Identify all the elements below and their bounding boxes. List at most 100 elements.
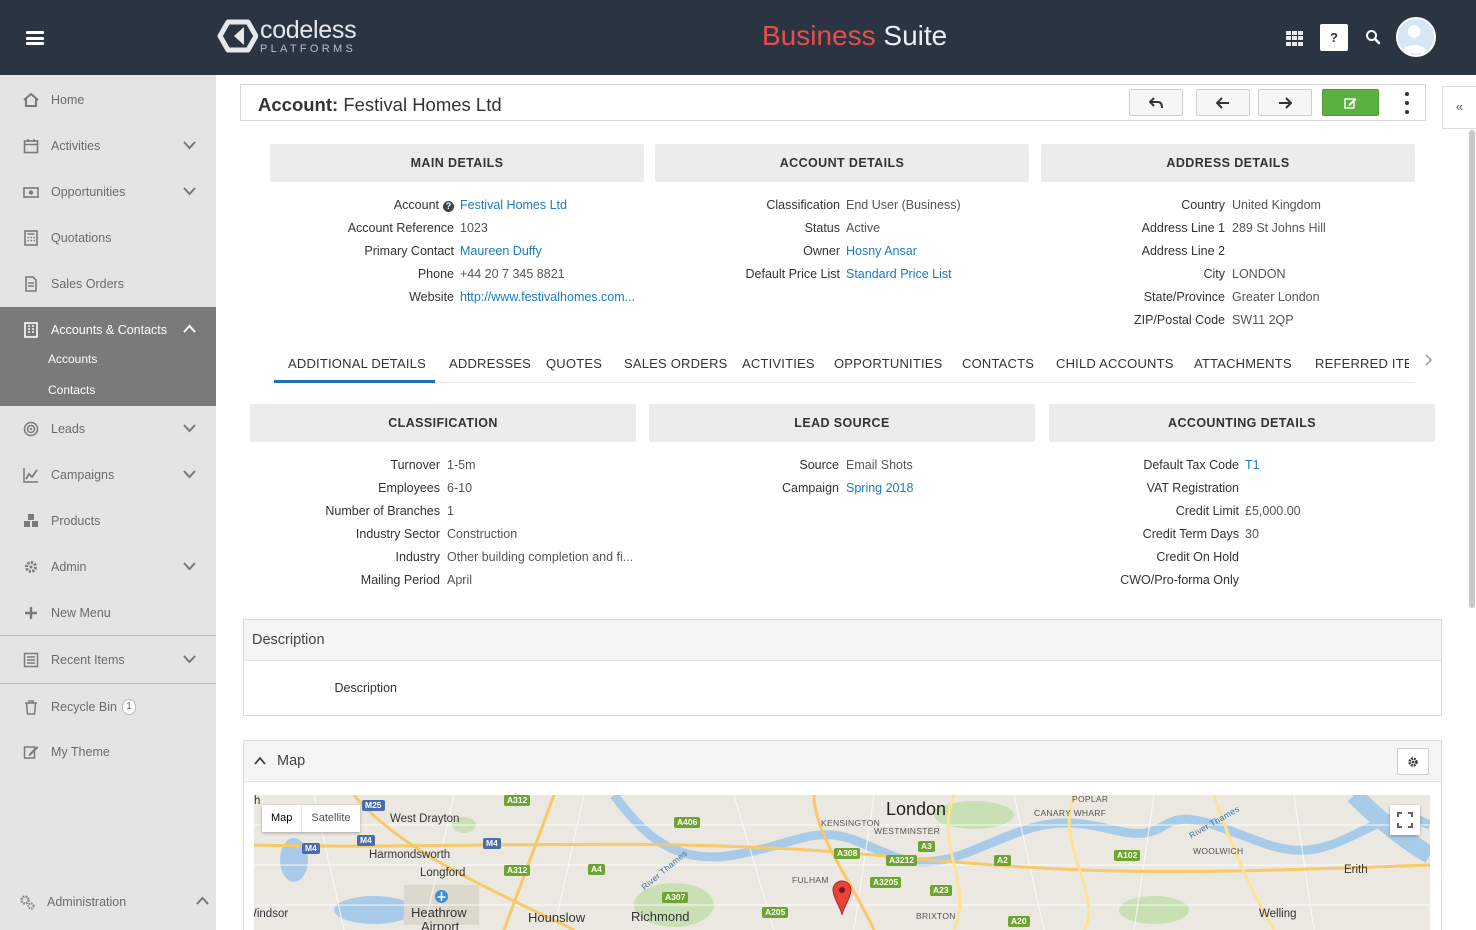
sidebar-item-recycle-bin[interactable]: Recycle Bin 1 — [0, 684, 216, 730]
undo-button[interactable] — [1129, 89, 1183, 116]
tab-contacts[interactable]: CONTACTS — [962, 356, 1034, 371]
app-title-business: Business — [762, 20, 876, 51]
sidebar-administration[interactable]: Administration — [0, 879, 216, 925]
more-options-button[interactable] — [1403, 92, 1411, 114]
sidebar-item-recent-items[interactable]: Recent Items — [0, 637, 216, 683]
map-label-windsor: Windsor — [254, 908, 289, 920]
tab-referred-items[interactable]: REFERRED ITEMS — [1315, 356, 1409, 371]
description-field: Description — [244, 681, 644, 699]
chevron-up-icon[interactable] — [254, 756, 266, 765]
sidebar-item-activities[interactable]: Activities — [0, 123, 216, 169]
gear-icon — [1408, 756, 1418, 767]
previous-record-button[interactable] — [1196, 89, 1250, 116]
map-type-map-button[interactable]: Map — [262, 805, 301, 832]
tab-quotes[interactable]: QUOTES — [546, 356, 602, 371]
field-label: City — [1203, 267, 1225, 281]
tab-sales-orders[interactable]: SALES ORDERS — [624, 356, 728, 371]
fullscreen-icon — [1397, 812, 1413, 828]
road-shield-a23: A23 — [930, 885, 952, 896]
tab-child-accounts[interactable]: CHILD ACCOUNTS — [1056, 356, 1174, 371]
location-map[interactable]: Map Satellite h London West Drayton Harm… — [254, 795, 1430, 930]
tab-additional-details[interactable]: ADDITIONAL DETAILS — [288, 356, 426, 371]
map-marker-icon[interactable] — [832, 880, 852, 916]
next-record-button[interactable] — [1258, 89, 1312, 116]
road-shield-a307: A307 — [662, 892, 689, 903]
chevron-up-icon[interactable] — [196, 896, 209, 906]
road-shield-a3212: A3212 — [886, 855, 918, 866]
map-type-satellite-button[interactable]: Satellite — [301, 805, 359, 832]
active-tab-underline — [274, 380, 435, 383]
sidebar-item-label: Recycle Bin — [51, 700, 117, 714]
accounting-details-header: ACCOUNTING DETAILS — [1049, 404, 1435, 442]
map-settings-button[interactable] — [1397, 748, 1429, 775]
tab-addresses[interactable]: ADDRESSES — [449, 356, 531, 371]
sidebar-item-leads[interactable]: Leads — [0, 406, 216, 452]
map-label-richmond: Richmond — [631, 909, 690, 924]
field-label: Default Tax Code — [1143, 458, 1239, 472]
map-label-woolwich: WOOLWICH — [1193, 846, 1244, 856]
sidebar-item-home[interactable]: Home — [0, 77, 216, 123]
field-value: £5,000.00 — [1245, 504, 1301, 518]
sidebar-item-label: My Theme — [51, 745, 110, 759]
sidebar-item-my-theme[interactable]: My Theme — [0, 729, 216, 775]
chevron-down-icon[interactable] — [183, 186, 196, 196]
user-avatar-icon — [1401, 25, 1427, 54]
calendar-icon — [23, 139, 39, 154]
field-row-state-province: State/Province Greater London — [0, 290, 1476, 308]
sidebar-item-label: Activities — [51, 139, 101, 153]
road-shield-a312: A312 — [504, 795, 531, 806]
map-label-hounslow: Hounslow — [528, 910, 586, 925]
collapse-panel-button[interactable]: « — [1442, 86, 1476, 129]
field-row-vat-registration: VAT Registration — [0, 481, 1476, 499]
plus-icon — [25, 607, 37, 619]
road-shield-m4: M4 — [483, 838, 501, 849]
sidebar-footer-label: Administration — [47, 895, 127, 909]
map-label-harmondsworth: Harmondsworth — [369, 849, 451, 861]
chevron-down-icon[interactable] — [183, 423, 196, 433]
description-panel-title: Description — [252, 632, 325, 648]
chevron-down-icon[interactable] — [183, 654, 196, 664]
sidebar-subitem-contacts[interactable]: Contacts — [0, 375, 216, 406]
field-value[interactable]: T1 — [1245, 458, 1260, 472]
field-row-address-line-1: Address Line 1 289 St Johns Hill — [0, 221, 1476, 239]
list-icon — [23, 652, 39, 668]
description-panel-header: Description — [244, 620, 1441, 661]
record-type-label: Account: — [258, 94, 339, 115]
sidebar-item-new-menu[interactable]: New Menu — [0, 590, 216, 636]
trash-icon — [25, 700, 37, 715]
tabs-scroll-right-icon[interactable] — [1424, 353, 1434, 367]
help-button[interactable]: ? — [1320, 24, 1348, 51]
search-icon[interactable] — [1365, 29, 1381, 45]
field-value: 30 — [1245, 527, 1259, 541]
field-label: Address Line 1 — [1141, 221, 1225, 235]
map-type-control: Map Satellite — [262, 805, 360, 832]
codeless-logo[interactable]: codeless PLATFORMS — [214, 16, 357, 56]
road-shield-a102: A102 — [1114, 850, 1141, 861]
field-label: ZIP/Postal Code — [1133, 313, 1225, 327]
sidebar-subitem-accounts[interactable]: Accounts — [0, 344, 216, 375]
hamburger-menu-icon[interactable] — [26, 31, 44, 45]
edit-record-button[interactable] — [1322, 89, 1379, 116]
chevron-down-icon[interactable] — [183, 140, 196, 150]
field-row-credit-term-days: Credit Term Days 30 — [0, 527, 1476, 545]
field-row-credit-limit: Credit Limit £5,000.00 — [0, 504, 1476, 522]
tab-opportunities[interactable]: OPPORTUNITIES — [834, 356, 943, 371]
map-label-canary-wharf: CANARY WHARF — [1034, 808, 1107, 818]
user-avatar[interactable] — [1396, 17, 1436, 57]
map-label-brixton: BRIXTON — [916, 911, 956, 921]
field-label: VAT Registration — [1146, 481, 1239, 495]
map-label-fulham: FULHAM — [792, 875, 829, 885]
apps-grid-icon[interactable] — [1286, 31, 1303, 46]
account-details-header: ACCOUNT DETAILS — [655, 144, 1029, 182]
tab-activities[interactable]: ACTIVITIES — [742, 356, 815, 371]
field-value: 289 St Johns Hill — [1232, 221, 1326, 235]
map-panel-header[interactable]: Map — [244, 741, 1441, 782]
sidebar-item-label: Home — [51, 93, 85, 107]
road-shield-m4: M4 — [357, 835, 375, 846]
field-value: SW11 2QP — [1232, 313, 1294, 327]
page-title: Account: Festival Homes Ltd — [258, 94, 502, 116]
map-fullscreen-button[interactable] — [1390, 805, 1420, 835]
road-shield-a205: A205 — [762, 907, 789, 918]
tab-attachments[interactable]: ATTACHMENTS — [1194, 356, 1292, 371]
map-label-west-drayton: West Drayton — [390, 813, 460, 825]
